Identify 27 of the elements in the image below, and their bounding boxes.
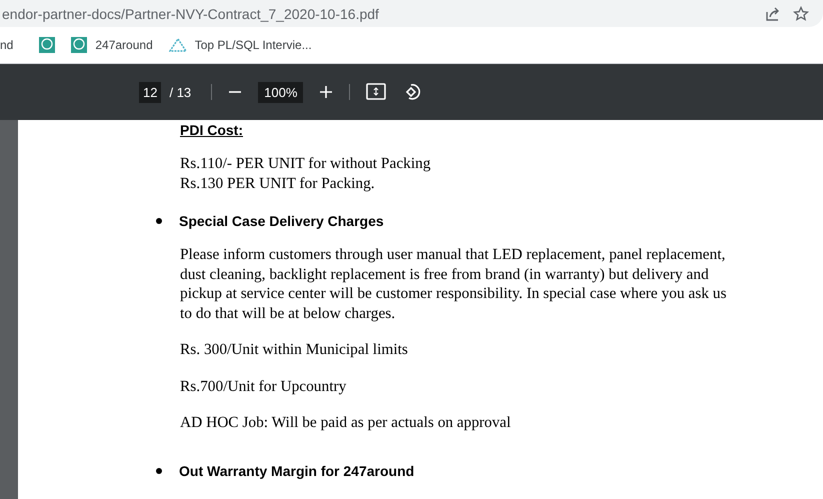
- bookmark[interactable]: 247around: [71, 37, 153, 53]
- bullet-icon: [156, 218, 162, 224]
- bookmark[interactable]: [39, 37, 56, 53]
- section-heading: PDI Cost:: [180, 122, 244, 138]
- star-icon[interactable]: [793, 6, 809, 22]
- paragraph: AD HOC Job: Will be paid as per actuals on approval: [180, 413, 512, 432]
- page-total: / 13: [169, 84, 192, 100]
- fit-page-icon: [366, 83, 386, 101]
- chart-icon: [168, 38, 187, 52]
- page-number-field[interactable]: 12: [139, 82, 162, 102]
- bullet-heading: Special Case Delivery Charges: [179, 213, 384, 229]
- bullet-heading: Out Warranty Margin for 247around: [179, 462, 414, 478]
- share-icon[interactable]: [765, 6, 781, 22]
- zoom-field[interactable]: 100%: [258, 82, 304, 102]
- paragraph: Rs. 300/Unit within Municipal limits: [180, 340, 409, 360]
- text-line: Rs.110/- PER UNIT for without Packing: [180, 154, 432, 174]
- bookmark[interactable]: Top PL/SQL Intervie...: [168, 38, 312, 52]
- paragraph: Rs.700/Unit for Upcountry: [180, 376, 348, 396]
- bullet-icon: [156, 468, 162, 474]
- address-bar[interactable]: endor-partner-docs/Partner-NVY-Contract_7_2020-10-16.pdf: [0, 0, 823, 27]
- logo-icon: [39, 37, 56, 53]
- logo-icon: [71, 37, 88, 53]
- text-line: Rs.130 PER UNIT for Packing.: [180, 174, 376, 193]
- paragraph: Please inform customers through user manual that LED replacement, panel replacement, dust cleaning, backlight replacement is free from brand (in warranty) but delivery and pickup at service center will be customer responsibility. In special case where you ask us to do that will be at below charges.: [180, 245, 728, 323]
- plus-icon: [319, 85, 334, 99]
- fit-page-button[interactable]: [364, 81, 388, 103]
- bookmark[interactable]: nd: [0, 38, 14, 52]
